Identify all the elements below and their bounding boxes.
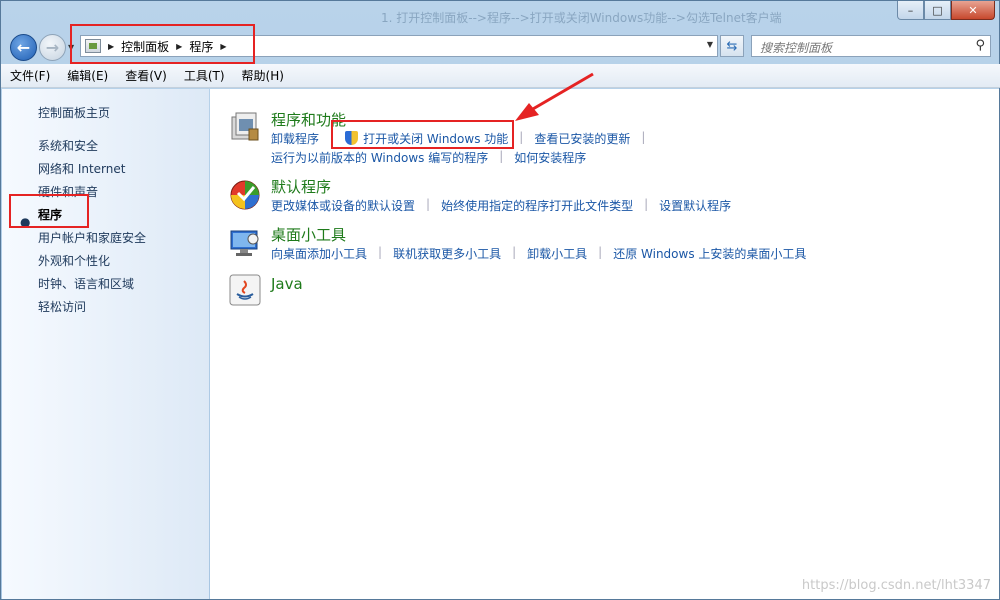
link-run-older-programs[interactable]: 运行为以前版本的 Windows 编写的程序 (271, 149, 488, 166)
separator: | (644, 197, 649, 211)
link-restore-gadgets[interactable]: 还原 Windows 上安装的桌面小工具 (613, 245, 806, 262)
link-media-device-defaults[interactable]: 更改媒体或设备的默认设置 (271, 197, 415, 214)
link-uninstall-program[interactable]: 卸载程序 (271, 130, 319, 147)
link-add-gadgets[interactable]: 向桌面添加小工具 (271, 245, 367, 262)
separator: | (598, 245, 603, 259)
annotation-box-windows-features (331, 120, 514, 149)
separator: | (426, 197, 431, 211)
main-content: 程序和功能 卸载程序 | 打开或关闭 Windows 功能 | 查看已安装的更新… (210, 89, 999, 599)
back-arrow-icon: ← (16, 38, 31, 57)
separator: | (499, 149, 504, 163)
forward-arrow-icon: → (45, 38, 60, 57)
annotation-box-breadcrumb (70, 24, 255, 64)
programs-features-links-row2: 运行为以前版本的 Windows 编写的程序 | 如何安装程序 (271, 149, 586, 166)
separator: | (512, 245, 517, 259)
maximize-icon: □ (932, 3, 943, 17)
minimize-button[interactable]: – (897, 1, 924, 20)
link-uninstall-gadget[interactable]: 卸载小工具 (527, 245, 587, 262)
close-icon: ✕ (968, 3, 978, 17)
sidebar-item-network[interactable]: 网络和 Internet (38, 160, 125, 177)
back-button[interactable]: ← (10, 34, 37, 61)
annotation-box-programs (9, 194, 89, 228)
sidebar-item-ease-of-access[interactable]: 轻松访问 (38, 298, 86, 315)
refresh-icon: ⇆ (726, 38, 738, 54)
link-view-installed-updates[interactable]: 查看已安装的更新 (534, 130, 630, 147)
category-title-desktop-gadgets[interactable]: 桌面小工具 (271, 224, 346, 245)
forward-button[interactable]: → (39, 34, 66, 61)
sidebar-item-clock-language[interactable]: 时钟、语言和区域 (38, 275, 134, 292)
sidebar: 控制面板主页 系统和安全 网络和 Internet 硬件和声音 ● 程序 用户帐… (2, 89, 209, 599)
default-programs-links: 更改媒体或设备的默认设置 | 始终使用指定的程序打开此文件类型 | 设置默认程序 (271, 197, 731, 214)
search-placeholder: 搜索控制面板 (760, 41, 833, 55)
desktop-gadgets-links: 向桌面添加小工具 | 联机获取更多小工具 | 卸载小工具 | 还原 Window… (271, 245, 806, 262)
sidebar-item-system-security[interactable]: 系统和安全 (38, 137, 98, 154)
link-file-type-association[interactable]: 始终使用指定的程序打开此文件类型 (441, 197, 633, 214)
sidebar-item-home[interactable]: 控制面板主页 (38, 104, 110, 121)
link-how-to-install[interactable]: 如何安装程序 (514, 149, 586, 166)
search-icon[interactable]: ⚲ (975, 38, 985, 53)
close-button[interactable]: ✕ (951, 1, 995, 20)
watermark: https://blog.csdn.net/lht3347 (801, 578, 991, 593)
menu-edit[interactable]: 编辑(E) (58, 67, 116, 84)
category-title-java[interactable]: Java (271, 275, 303, 293)
menu-help[interactable]: 帮助(H) (233, 67, 292, 84)
link-get-more-gadgets[interactable]: 联机获取更多小工具 (393, 245, 501, 262)
minimize-icon: – (907, 3, 914, 17)
programs-features-icon (231, 112, 259, 141)
refresh-button[interactable]: ⇆ (720, 35, 744, 57)
java-icon (229, 274, 261, 306)
category-title-default-programs[interactable]: 默认程序 (271, 176, 331, 197)
menu-file[interactable]: 文件(F) (1, 67, 58, 84)
caption-buttons: – □ ✕ (897, 1, 995, 20)
menu-view[interactable]: 查看(V) (116, 67, 175, 84)
desktop-gadgets-icon (230, 230, 259, 256)
search-input[interactable]: 搜索控制面板 ⚲ (751, 35, 991, 57)
control-panel-window: 1. 打开控制面板-->程序-->打开或关闭Windows功能-->勾选Teln… (0, 0, 1000, 600)
default-programs-icon (230, 180, 260, 210)
annotation-arrow-icon (515, 72, 594, 121)
separator: | (378, 245, 383, 259)
sidebar-item-user-accounts[interactable]: 用户帐户和家庭安全 (38, 229, 146, 246)
address-dropdown-icon[interactable]: ▼ (707, 40, 713, 49)
link-set-default-programs[interactable]: 设置默认程序 (659, 197, 731, 214)
separator: | (641, 130, 646, 144)
sidebar-item-appearance[interactable]: 外观和个性化 (38, 252, 110, 269)
maximize-button[interactable]: □ (924, 1, 951, 20)
separator: | (519, 130, 524, 144)
faded-instruction-title: 1. 打开控制面板-->程序-->打开或关闭Windows功能-->勾选Teln… (381, 11, 782, 25)
menu-tools[interactable]: 工具(T) (175, 67, 233, 84)
